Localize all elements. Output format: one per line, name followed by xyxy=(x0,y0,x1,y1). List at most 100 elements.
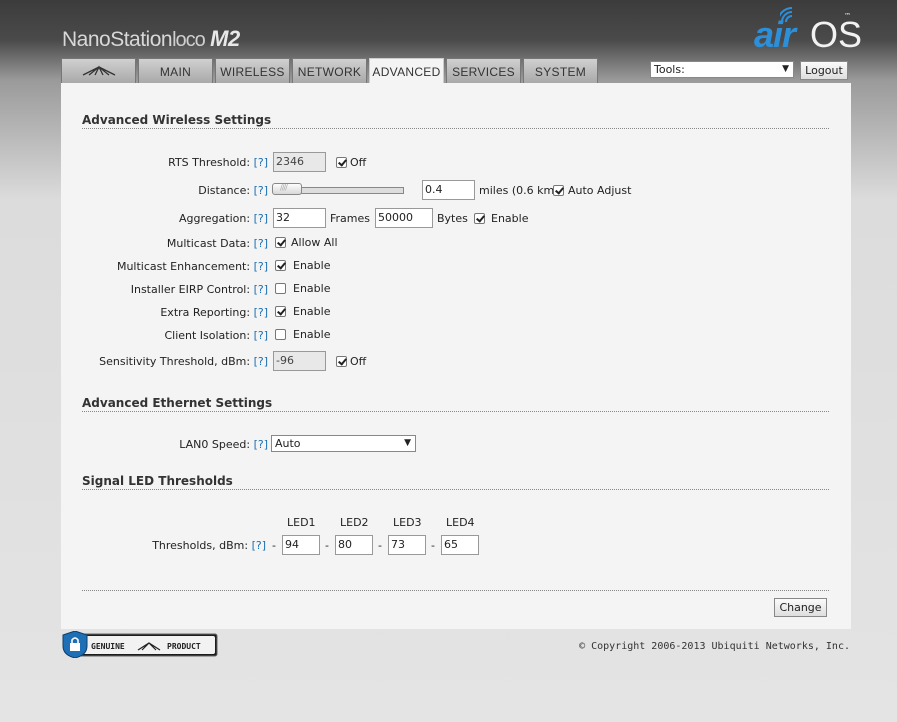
logo-os-text: OS xyxy=(810,14,863,55)
copyright-text: © Copyright 2006-2013 Ubiquiti Networks,… xyxy=(579,641,850,652)
help-link[interactable]: [?] xyxy=(254,156,268,169)
led2-input[interactable]: 80 xyxy=(335,535,373,555)
rts-threshold-input[interactable]: 2346 xyxy=(273,152,326,172)
eirp-control-checkbox[interactable] xyxy=(275,283,286,294)
product-text: PRODUCT xyxy=(167,642,201,651)
sensitivity-threshold-label-text: Sensitivity Threshold, dBm: xyxy=(99,355,251,368)
led4-input[interactable]: 65 xyxy=(441,535,479,555)
aggregation-label: Aggregation: [?] xyxy=(179,212,268,225)
lan0-speed-select[interactable]: Auto ▼ xyxy=(271,435,416,452)
led4-header: LED4 xyxy=(446,516,475,529)
signal-led-title: Signal LED Thresholds xyxy=(82,474,829,490)
aggregation-bytes-input[interactable]: 50000 xyxy=(375,208,433,228)
aggregation-label-text: Aggregation: xyxy=(179,212,251,225)
change-button[interactable]: Change xyxy=(774,598,827,617)
sensitivity-threshold-input[interactable]: -96 xyxy=(273,351,326,371)
client-isolation-option: Enable xyxy=(293,328,331,341)
help-link[interactable]: [?] xyxy=(254,438,268,451)
help-link[interactable]: [?] xyxy=(254,260,268,273)
help-link[interactable]: [?] xyxy=(254,184,268,197)
tools-select[interactable]: Tools: ▼ xyxy=(650,61,794,78)
logout-button[interactable]: Logout xyxy=(800,61,848,80)
frames-label: Frames xyxy=(330,212,371,225)
divider xyxy=(82,590,829,591)
help-link[interactable]: [?] xyxy=(254,212,268,225)
tools-select-value: Tools: xyxy=(654,63,685,76)
bytes-label: Bytes xyxy=(437,212,468,225)
help-link[interactable]: [?] xyxy=(252,539,266,552)
genuine-text: GENUINE xyxy=(91,642,125,651)
sensitivity-threshold-label: Sensitivity Threshold, dBm: [?] xyxy=(99,355,268,368)
tab-network[interactable]: NETWORK xyxy=(292,58,367,83)
led-dash: - xyxy=(378,539,382,552)
multicast-data-checkbox[interactable] xyxy=(275,237,286,248)
tab-main[interactable]: MAIN xyxy=(138,58,213,83)
lan0-speed-label: LAN0 Speed: [?] xyxy=(179,438,268,451)
eirp-control-label: Installer EIRP Control: [?] xyxy=(131,283,268,296)
help-link[interactable]: [?] xyxy=(254,237,268,250)
distance-label-text: Distance: xyxy=(198,184,251,197)
product-name: NanoStationloco M2 xyxy=(62,26,240,52)
product-sub-text: loco xyxy=(172,29,206,51)
thresholds-label: Thresholds, dBm: [?] xyxy=(152,539,266,552)
aggregation-frames-input[interactable]: 32 xyxy=(273,208,326,228)
led1-header: LED1 xyxy=(287,516,316,529)
distance-unit-label: miles (0.6 km) xyxy=(479,184,559,197)
tab-system[interactable]: SYSTEM xyxy=(523,58,598,83)
chevron-down-icon: ▼ xyxy=(404,438,411,448)
led-dash: - xyxy=(325,539,329,552)
multicast-enhancement-checkbox[interactable] xyxy=(275,260,286,271)
client-isolation-label-text: Client Isolation: xyxy=(164,329,251,342)
help-link[interactable]: [?] xyxy=(254,329,268,342)
auto-adjust-checkbox[interactable] xyxy=(553,185,564,196)
rts-threshold-label: RTS Threshold: [?] xyxy=(168,156,268,169)
advanced-wireless-title: Advanced Wireless Settings xyxy=(82,113,829,129)
sensitivity-off-label: Off xyxy=(350,355,367,368)
extra-reporting-option: Enable xyxy=(293,305,331,318)
auto-adjust-label: Auto Adjust xyxy=(568,184,632,197)
multicast-enhancement-label: Multicast Enhancement: [?] xyxy=(117,260,268,273)
extra-reporting-checkbox[interactable] xyxy=(275,306,286,317)
extra-reporting-label-text: Extra Reporting: xyxy=(160,306,251,319)
multicast-enhancement-option: Enable xyxy=(293,259,331,272)
product-model-text: M2 xyxy=(210,26,240,51)
ubiquiti-logo-icon xyxy=(82,65,115,76)
distance-label: Distance: [?] xyxy=(198,184,268,197)
thresholds-label-text: Thresholds, dBm: xyxy=(152,539,249,552)
led2-header: LED2 xyxy=(340,516,369,529)
help-link[interactable]: [?] xyxy=(254,283,268,296)
distance-input[interactable]: 0.4 xyxy=(422,180,475,200)
logo-air-text: air xyxy=(754,14,796,55)
rts-off-label: Off xyxy=(350,156,367,169)
multicast-data-option: Allow All xyxy=(291,236,338,249)
tab-advanced[interactable]: ADVANCED xyxy=(369,58,444,84)
client-isolation-label: Client Isolation: [?] xyxy=(164,329,268,342)
tab-services[interactable]: SERVICES xyxy=(446,58,521,83)
lan0-speed-label-text: LAN0 Speed: xyxy=(179,438,251,451)
genuine-product-badge: GENUINE PRODUCT xyxy=(62,631,218,658)
eirp-control-label-text: Installer EIRP Control: xyxy=(130,283,251,296)
rts-off-checkbox[interactable] xyxy=(336,157,347,168)
client-isolation-checkbox[interactable] xyxy=(275,329,286,340)
help-link[interactable]: [?] xyxy=(254,355,268,368)
led-dash: - xyxy=(272,539,276,552)
multicast-data-label-text: Multicast Data: xyxy=(166,237,251,250)
led1-input[interactable]: 94 xyxy=(282,535,320,555)
tab-wireless[interactable]: WIRELESS xyxy=(215,58,290,83)
settings-panel: Advanced Wireless Settings RTS Threshold… xyxy=(61,83,851,629)
logo-tm-text: ™ xyxy=(844,12,851,20)
advanced-ethernet-title: Advanced Ethernet Settings xyxy=(82,396,829,412)
help-link[interactable]: [?] xyxy=(254,306,268,319)
aggregation-enable-label: Enable xyxy=(491,212,529,225)
multicast-enhancement-label-text: Multicast Enhancement: xyxy=(116,260,251,273)
led3-input[interactable]: 73 xyxy=(388,535,426,555)
distance-slider-handle[interactable] xyxy=(272,183,302,195)
rts-threshold-label-text: RTS Threshold: xyxy=(168,156,251,169)
extra-reporting-label: Extra Reporting: [?] xyxy=(160,306,268,319)
aggregation-enable-checkbox[interactable] xyxy=(474,213,485,224)
led3-header: LED3 xyxy=(393,516,422,529)
lan0-speed-value: Auto xyxy=(275,437,301,450)
tab-ubnt[interactable] xyxy=(61,58,136,83)
sensitivity-off-checkbox[interactable] xyxy=(336,356,347,367)
product-name-text: NanoStation xyxy=(62,28,173,51)
